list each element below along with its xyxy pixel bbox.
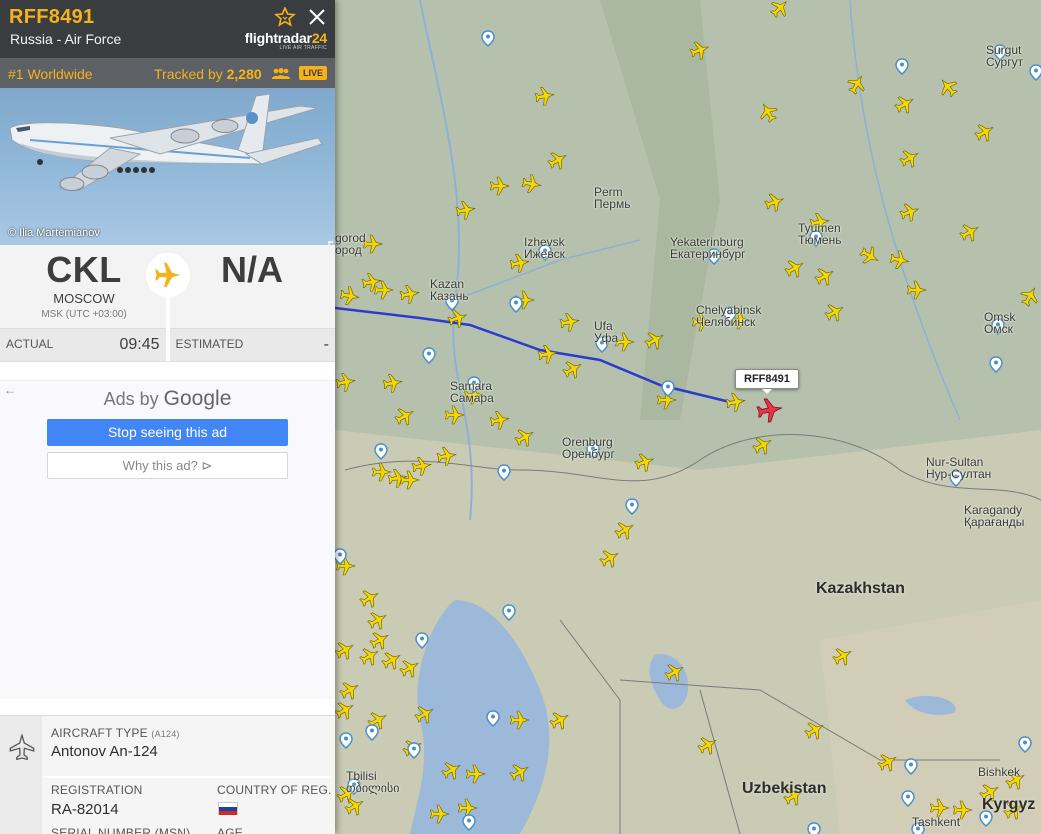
rank-worldwide: #1 Worldwide	[8, 66, 93, 82]
favorite-star-icon[interactable]	[274, 5, 296, 27]
city-ufa: Ufa Уфа	[594, 319, 619, 345]
city-kazan: Kazan Казань	[430, 277, 469, 303]
flightradar24-logo: flightradar24 LIVE AIR TRAFFIC	[244, 30, 327, 51]
city-omsk: Omsk Омск	[984, 310, 1016, 336]
route-section: CKL MOSCOW MSK (UTC +03:00) N/A	[0, 245, 335, 329]
an124-illustration	[9, 93, 323, 191]
airplane-icon	[146, 253, 190, 297]
flight-info-panel: RFF8491 Russia - Air Force flightradar24…	[0, 0, 335, 834]
city-nur-sultan: Nur-Sultan Нур-Султан	[926, 455, 992, 481]
aircraft-type-label: AIRCRAFT TYPE (A124)	[51, 726, 180, 740]
actual-time: 09:45	[119, 336, 160, 353]
people-icon	[271, 67, 291, 83]
city-izhevsk: Izhevsk Ижевск	[524, 235, 565, 261]
city-tbilisi: Tbilisi თბილისი	[346, 769, 400, 795]
country-kazakhstan: Kazakhstan	[816, 580, 905, 597]
age-label: AGE	[217, 826, 243, 834]
spacer	[0, 362, 335, 380]
tracking-bar: #1 Worldwide Tracked by 2,280 LIVE	[0, 58, 335, 88]
serial-number-label: SERIAL NUMBER (MSN)	[51, 826, 191, 834]
photo-credit: © Ilia Martemianov	[8, 227, 100, 239]
estimated-time-cell: ESTIMATED -	[165, 329, 336, 361]
airline-name: Russia - Air Force	[10, 31, 122, 47]
city-yekaterinburg: Yekaterinburg Екатеринбург	[670, 235, 746, 261]
ads-by-google: Ads by Google	[103, 387, 232, 410]
city-chelyabinsk: Chelyabinsk Челябинск	[696, 303, 762, 329]
panel-header: RFF8491 Russia - Air Force flightradar24…	[0, 0, 335, 58]
callsign: RFF8491	[9, 6, 95, 28]
city-perm: Perm Пермь	[594, 185, 631, 211]
city-tyumen: Tyumen Тюмень	[798, 221, 842, 247]
estimated-time: -	[323, 336, 329, 353]
tracked-by: Tracked by 2,280	[154, 66, 262, 82]
ad-container: ← Ads by Google Stop seeing this ad Why …	[0, 380, 335, 699]
russia-flag-icon	[218, 802, 238, 815]
selected-flight-label[interactable]: RFF8491	[735, 369, 799, 394]
registration-label: REGISTRATION	[51, 783, 143, 797]
info-separator	[44, 776, 331, 778]
why-this-ad-button[interactable]: Why this ad? ⊳	[47, 452, 288, 479]
origin-city: MOSCOW	[53, 291, 115, 306]
city-bishkek: Bishkek	[978, 765, 1021, 779]
spacer	[0, 699, 335, 715]
aircraft-info: AIRCRAFT TYPE (A124) Antonov An-124 REGI…	[0, 715, 335, 834]
city-samara: Samara Самара	[450, 379, 494, 405]
country-label: COUNTRY OF REG.	[217, 783, 332, 797]
stop-seeing-ad-button[interactable]: Stop seeing this ad	[47, 419, 288, 446]
city-tashkent: Tashkent	[912, 815, 961, 829]
actual-time-cell: ACTUAL 09:45	[0, 329, 166, 361]
live-badge: LIVE	[299, 66, 328, 80]
city-orenburg: Orenburg Оренбург	[562, 435, 615, 461]
city-partial: gorod ород	[335, 231, 366, 257]
aircraft-icon	[9, 734, 35, 760]
aircraft-icon-column	[0, 716, 42, 834]
city-karagandy: Karagandy Қарағанды	[964, 503, 1025, 529]
origin-timezone: MSK (UTC +03:00)	[41, 309, 127, 320]
estimated-label: ESTIMATED	[175, 337, 244, 351]
country-kyrgyz: Kyrgyz	[982, 796, 1036, 813]
close-icon[interactable]	[306, 6, 328, 28]
destination-code: N/A	[221, 249, 283, 290]
actual-label: ACTUAL	[6, 337, 54, 351]
aircraft-photo[interactable]: © Ilia Martemianov	[0, 88, 335, 245]
times-row: ACTUAL 09:45 ESTIMATED -	[0, 329, 335, 362]
aircraft-type[interactable]: Antonov An-124	[51, 743, 158, 760]
city-surgut: Surgut Сургут	[986, 43, 1024, 69]
registration[interactable]: RA-82014	[51, 801, 119, 818]
origin-code[interactable]: CKL	[0, 249, 168, 291]
country-uzbekistan: Uzbekistan	[742, 780, 827, 797]
